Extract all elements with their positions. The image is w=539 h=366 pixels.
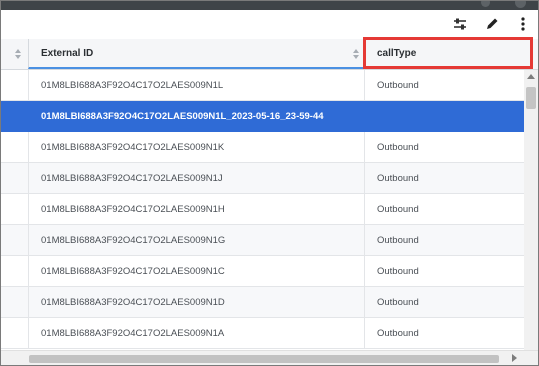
table-header: External ID callType xyxy=(1,39,538,70)
table-row[interactable]: 01M8LBI688A3F92O4C17O2LAES009N1A Outboun… xyxy=(1,318,524,349)
horizontal-scrollbar[interactable] xyxy=(1,350,538,365)
pencil-icon[interactable] xyxy=(482,14,502,34)
sort-icon[interactable] xyxy=(15,49,21,59)
row-select-cell[interactable] xyxy=(1,163,28,194)
table-body: 01M8LBI688A3F92O4C17O2LAES009N1L Outboun… xyxy=(1,70,524,350)
column-header-label: External ID xyxy=(41,48,94,59)
call-type-cell: Outbound xyxy=(364,194,524,225)
external-id-cell: 01M8LBI688A3F92O4C17O2LAES009N1H xyxy=(28,194,364,225)
vertical-scroll-thumb[interactable] xyxy=(526,87,536,109)
table-row[interactable]: 01M8LBI688A3F92O4C17O2LAES009N1K Outboun… xyxy=(1,132,524,163)
external-id-cell: 01M8LBI688A3F92O4C17O2LAES009N1J xyxy=(28,163,364,194)
external-id-cell: 01M8LBI688A3F92O4C17O2LAES009N1A xyxy=(28,318,364,349)
row-select-cell[interactable] xyxy=(1,70,28,101)
row-select-cell[interactable] xyxy=(1,132,28,163)
external-id-cell: 01M8LBI688A3F92O4C17O2LAES009N1D xyxy=(28,287,364,318)
call-type-cell: Outbound xyxy=(364,287,524,318)
horizontal-scroll-thumb[interactable] xyxy=(29,355,499,363)
row-select-cell[interactable] xyxy=(1,225,28,256)
sort-icon[interactable] xyxy=(353,49,359,59)
table-row[interactable]: 01M8LBI688A3F92O4C17O2LAES009N1G Outboun… xyxy=(1,225,524,256)
external-id-cell: 01M8LBI688A3F92O4C17O2LAES009N1K xyxy=(28,132,364,163)
filter-sliders-icon[interactable] xyxy=(450,14,470,34)
call-type-cell: Outbound xyxy=(364,318,524,349)
column-header-select[interactable] xyxy=(1,39,28,69)
table-row-selected[interactable]: 01M8LBI688A3F92O4C17O2LAES009N1L_2023-05… xyxy=(1,101,524,132)
external-id-cell: 01M8LBI688A3F92O4C17O2LAES009N1C xyxy=(28,256,364,287)
row-select-cell[interactable] xyxy=(1,318,28,349)
external-id-cell: 01M8LBI688A3F92O4C17O2LAES009N1G xyxy=(28,225,364,256)
column-header-calltype[interactable]: callType xyxy=(364,39,524,69)
vertical-scrollbar[interactable] xyxy=(524,70,538,350)
column-header-external-id[interactable]: External ID xyxy=(28,39,364,69)
app-window: External ID callType 01M8LBI688A3F92O4C1… xyxy=(0,0,539,366)
scroll-right-icon[interactable] xyxy=(512,354,517,362)
top-bar xyxy=(1,1,538,10)
column-header-label: callType xyxy=(377,48,417,59)
call-type-cell: Outbound xyxy=(364,163,524,194)
call-type-cell: Outbound xyxy=(364,256,524,287)
row-select-cell[interactable] xyxy=(1,256,28,287)
call-type-cell: Outbound xyxy=(364,70,524,101)
external-id-cell: 01M8LBI688A3F92O4C17O2LAES009N1L_2023-05… xyxy=(28,101,364,132)
row-select-cell[interactable] xyxy=(1,194,28,225)
notification-icon[interactable] xyxy=(481,1,490,7)
table-row[interactable]: 01M8LBI688A3F92O4C17O2LAES009N1D Outboun… xyxy=(1,287,524,318)
external-id-cell: 01M8LBI688A3F92O4C17O2LAES009N1L xyxy=(28,70,364,101)
scroll-up-icon[interactable] xyxy=(527,74,535,79)
more-vertical-icon[interactable] xyxy=(513,14,533,34)
table-row[interactable]: 01M8LBI688A3F92O4C17O2LAES009N1J Outboun… xyxy=(1,163,524,194)
call-type-cell: Outbound xyxy=(364,225,524,256)
table-row[interactable]: 01M8LBI688A3F92O4C17O2LAES009N1H Outboun… xyxy=(1,194,524,225)
call-type-cell xyxy=(364,101,524,132)
user-menu-icon[interactable] xyxy=(515,1,526,8)
grid-toolbar xyxy=(1,10,538,40)
row-select-cell[interactable] xyxy=(1,287,28,318)
call-type-cell: Outbound xyxy=(364,132,524,163)
table-row[interactable]: 01M8LBI688A3F92O4C17O2LAES009N1L Outboun… xyxy=(1,70,524,101)
row-select-cell[interactable] xyxy=(1,101,28,132)
table-row[interactable]: 01M8LBI688A3F92O4C17O2LAES009N1C Outboun… xyxy=(1,256,524,287)
